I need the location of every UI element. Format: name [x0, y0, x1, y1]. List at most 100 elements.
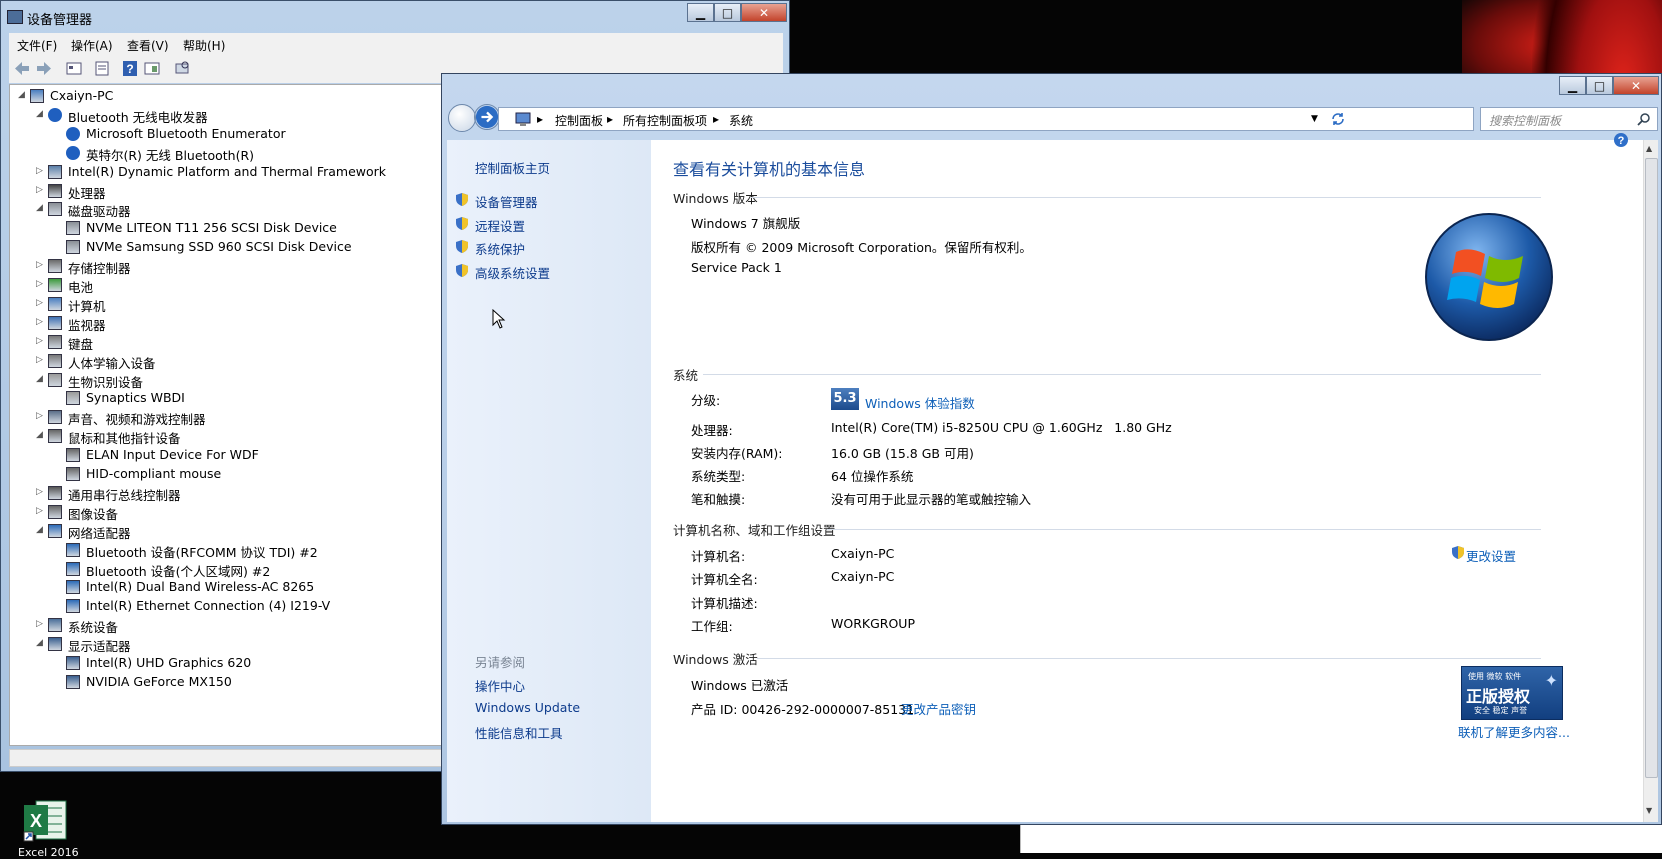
left-task-pane: 控制面板主页 设备管理器 远程设置 系统保护 高级系统设置 另请参阅 操作中心 … [447, 140, 651, 822]
performance-info-link[interactable]: 性能信息和工具 [475, 723, 563, 742]
close-button[interactable]: ✕ [1613, 76, 1659, 95]
collapse-toggle-icon[interactable]: ◢ [36, 638, 44, 648]
windows-update-link[interactable]: Windows Update [475, 700, 580, 715]
change-settings-link[interactable]: 更改设置 [1466, 546, 1516, 565]
tree-node-label: 网络适配器 [68, 525, 131, 541]
sound-icon [48, 410, 62, 425]
breadcrumb-all-items[interactable]: 所有控制面板项 [623, 112, 707, 129]
display-adapter-icon [66, 656, 80, 670]
vertical-scrollbar[interactable]: ▲ ▼ [1643, 140, 1658, 822]
search-box[interactable]: 搜索控制面板 [1480, 107, 1658, 131]
expand-toggle-icon[interactable]: ▷ [36, 185, 44, 195]
advanced-system-settings-link[interactable]: 高级系统设置 [475, 263, 550, 282]
display-adapter-icon [66, 674, 80, 689]
processor-value: Intel(R) Core(TM) i5-8250U CPU @ 1.60GHz… [831, 420, 1172, 435]
disk-icon [66, 221, 80, 236]
genuine-badge-title: 正版授权 [1466, 687, 1531, 706]
star-icon: ✦ [1544, 671, 1558, 690]
biometric-icon [48, 372, 62, 387]
collapse-toggle-icon[interactable]: ◢ [18, 90, 26, 100]
properties-icon[interactable] [93, 60, 111, 77]
tree-node-label: Intel(R) Ethernet Connection (4) I219-V [86, 598, 331, 614]
network-icon [66, 580, 80, 595]
scrollbar-thumb[interactable] [1645, 158, 1658, 778]
learn-more-online-link[interactable]: 联机了解更多内容... [1458, 722, 1570, 741]
menu-action[interactable]: 操作(A) [71, 37, 113, 54]
expand-toggle-icon[interactable]: ▷ [36, 298, 44, 308]
expand-toggle-icon[interactable]: ▷ [36, 317, 44, 327]
excel-shortcut-icon[interactable]: X [22, 798, 68, 842]
maximize-button[interactable]: □ [1586, 76, 1613, 95]
collapse-toggle-icon[interactable]: ◢ [36, 374, 44, 384]
collapse-toggle-icon[interactable]: ◢ [36, 525, 44, 535]
mouse-icon [48, 429, 62, 444]
address-bar[interactable]: ▸ 控制面板 ▸ 所有控制面板项 ▸ 系统 ▼ [498, 107, 1474, 131]
page-title: 查看有关计算机的基本信息 [673, 160, 866, 179]
device-manager-icon [7, 10, 23, 24]
breadcrumb-control-panel[interactable]: 控制面板 [555, 112, 603, 129]
maximize-button[interactable]: □ [714, 3, 741, 22]
tree-node-label: 系统设备 [68, 620, 119, 636]
collapse-toggle-icon[interactable]: ◢ [36, 203, 44, 213]
menu-help[interactable]: 帮助(H) [183, 37, 225, 54]
expand-toggle-icon[interactable]: ▷ [36, 619, 44, 629]
scroll-down-arrow-icon[interactable]: ▼ [1646, 806, 1652, 815]
menu-file[interactable]: 文件(F) [17, 37, 57, 54]
expand-toggle-icon[interactable]: ▷ [36, 411, 44, 421]
expand-toggle-icon[interactable]: ▷ [36, 166, 44, 176]
collapse-toggle-icon[interactable]: ◢ [36, 109, 44, 119]
expand-toggle-icon[interactable]: ▷ [36, 336, 44, 346]
computer-name-value: Cxaiyn-PC [831, 546, 895, 561]
forward-button[interactable] [474, 104, 500, 130]
workgroup-value: WORKGROUP [831, 616, 915, 631]
expand-toggle-icon[interactable]: ▷ [36, 355, 44, 365]
minimize-button[interactable]: ▁ [687, 3, 714, 22]
control-panel-home-link[interactable]: 控制面板主页 [475, 158, 550, 177]
expand-toggle-icon[interactable]: ▷ [36, 260, 44, 270]
refresh-icon[interactable] [1329, 110, 1347, 128]
full-computer-name-label: 计算机全名: [691, 572, 758, 587]
minimize-button[interactable]: ▁ [1559, 76, 1586, 95]
section-divider [827, 529, 1541, 530]
search-icon[interactable] [1637, 112, 1651, 126]
scroll-up-arrow-icon[interactable]: ▲ [1646, 144, 1652, 153]
tree-node-label: Bluetooth 无线电收发器 [68, 109, 208, 125]
tree-node-label: 存储控制器 [68, 261, 131, 277]
genuine-badge[interactable]: 使用 微软 软件 正版授权 安全 稳定 声誉 ✦ [1461, 666, 1563, 720]
system-heading: 系统 [673, 368, 699, 383]
help-icon[interactable]: ? [1613, 132, 1629, 148]
breadcrumb-separator: ▸ [607, 112, 614, 126]
remote-settings-link[interactable]: 远程设置 [475, 216, 525, 235]
back-arrow-icon[interactable] [13, 60, 31, 77]
scan-hardware-icon[interactable] [173, 60, 191, 77]
menu-view[interactable]: 查看(V) [127, 37, 169, 54]
svg-text:?: ? [126, 62, 133, 76]
device-icon [48, 164, 62, 179]
system-type-value: 64 位操作系统 [831, 469, 914, 484]
system-protection-link[interactable]: 系统保护 [475, 239, 525, 258]
help-icon[interactable]: ? [121, 60, 139, 77]
view-icon[interactable] [143, 60, 161, 77]
forward-arrow-icon[interactable] [35, 60, 53, 77]
tree-node-label: Intel(R) UHD Graphics 620 [86, 655, 252, 670]
change-product-key-link[interactable]: 更改产品密钥 [901, 699, 976, 718]
expand-toggle-icon[interactable]: ▷ [36, 279, 44, 289]
close-button[interactable]: ✕ [741, 3, 787, 22]
expand-toggle-icon[interactable]: ▷ [36, 506, 44, 516]
action-center-link[interactable]: 操作中心 [475, 676, 525, 695]
network-icon [66, 542, 80, 557]
back-button[interactable] [448, 104, 476, 132]
breadcrumb-system[interactable]: 系统 [729, 112, 753, 129]
experience-index-link[interactable]: Windows 体验指数 [865, 393, 975, 412]
expand-toggle-icon[interactable]: ▷ [36, 487, 44, 497]
camera-icon [48, 504, 62, 519]
address-dropdown-icon[interactable]: ▼ [1311, 114, 1318, 124]
device-manager-link[interactable]: 设备管理器 [475, 192, 538, 211]
pen-touch-label: 笔和触摸: [691, 492, 746, 507]
tree-view-icon[interactable] [65, 60, 83, 77]
collapse-toggle-icon[interactable]: ◢ [36, 430, 44, 440]
experience-index-badge[interactable]: 5.3 [831, 388, 859, 410]
